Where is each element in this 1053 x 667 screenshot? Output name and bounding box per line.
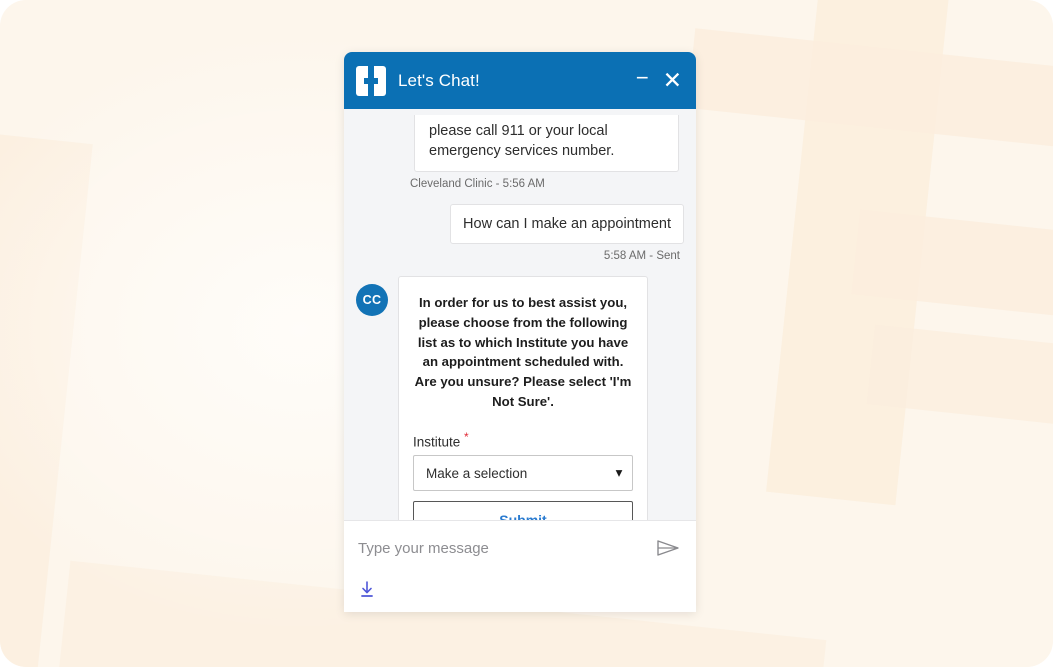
message-timestamp: Cleveland Clinic - 5:56 AM [410,178,545,190]
header-actions: − ✕ [636,66,682,95]
submit-button[interactable]: Submit [413,501,633,520]
close-icon[interactable]: ✕ [663,69,682,92]
message-bubble: please call 911 or your local emergency … [414,115,679,172]
message-row-bot: please call 911 or your local emergency … [356,115,684,172]
page-root: Let's Chat! − ✕ please call 911 or your … [0,0,1053,667]
composer-row [358,521,682,575]
chat-title: Let's Chat! [398,70,480,90]
institute-field-label: Institute * [413,430,633,450]
institute-select[interactable]: Make a selection [413,455,633,492]
avatar: CC [356,284,388,316]
institute-form-card: In order for us to best assist you, plea… [398,276,648,520]
institute-select-wrap: Make a selection ▾ [413,455,633,492]
field-label-text: Institute [413,434,461,450]
message-status: 5:58 AM - Sent [603,250,680,262]
chat-widget-window: Let's Chat! − ✕ please call 911 or your … [344,52,696,612]
message-row-bot-form: CC In order for us to best assist you, p… [356,276,684,520]
chat-header: Let's Chat! − ✕ [344,52,696,109]
message-input[interactable] [358,539,654,557]
cleveland-clinic-logo-icon [356,65,386,96]
message-bubble: How can I make an appointment [450,204,684,244]
download-transcript-button[interactable] [358,580,376,600]
required-marker: * [464,429,469,444]
send-button[interactable] [654,539,682,557]
chat-composer-area [344,520,696,612]
minimize-icon[interactable]: − [636,66,649,95]
download-transcript-icon [361,581,373,597]
form-prompt-text: In order for us to best assist you, plea… [414,295,632,409]
message-row-user: How can I make an appointment [356,204,684,244]
message-list[interactable]: please call 911 or your local emergency … [344,109,696,520]
send-paper-plane-icon [657,540,679,556]
